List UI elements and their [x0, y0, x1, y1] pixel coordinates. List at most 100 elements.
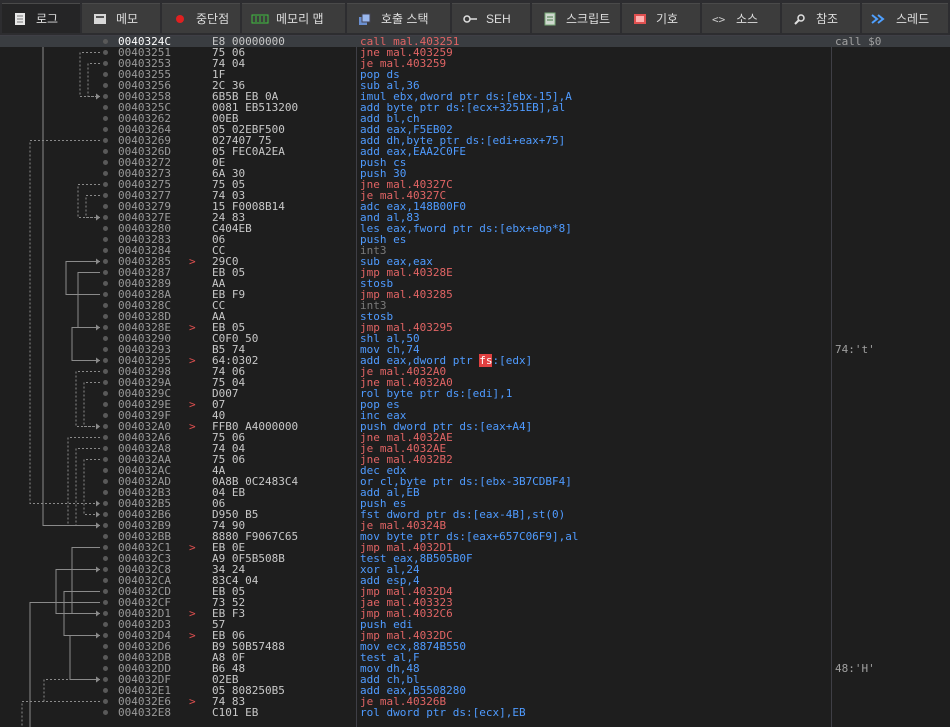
tab-label: 메모리 맵 [276, 12, 324, 26]
disassembly-view[interactable]: 0040324C E8 00000000 call mal.403251 call $… [0, 36, 950, 727]
breakpoint-dot-icon[interactable] [103, 314, 108, 319]
breakpoint-dot-icon[interactable] [103, 94, 108, 99]
jump-target-marker: > [189, 607, 196, 620]
breakpoint-dot-icon[interactable] [103, 501, 108, 506]
breakpoint-dot-icon[interactable] [103, 468, 108, 473]
breakpoint-dot-icon[interactable] [103, 633, 108, 638]
breakpoint-dot-icon[interactable] [103, 226, 108, 231]
breakpoint-dot-icon[interactable] [103, 160, 108, 165]
tab-script[interactable]: 스크립트 [532, 3, 620, 33]
seh-icon [460, 11, 480, 27]
breakpoint-dot-icon[interactable] [103, 325, 108, 330]
breakpoint-dot-icon[interactable] [103, 149, 108, 154]
breakpoint-dot-icon[interactable] [103, 622, 108, 627]
breakpoint-dot-icon[interactable] [103, 523, 108, 528]
symbols-icon [630, 11, 650, 27]
breakpoint-dot-icon[interactable] [103, 105, 108, 110]
breakpoint-dot-icon[interactable] [103, 534, 108, 539]
tab-source[interactable]: <> 소스 [702, 3, 780, 33]
breakpoint-dot-icon[interactable] [103, 303, 108, 308]
breakpoint-dot-icon[interactable] [103, 83, 108, 88]
breakpoint-dot-icon[interactable] [103, 39, 108, 44]
tab-label: SEH [486, 11, 511, 26]
jump-target-marker: > [189, 695, 196, 708]
breakpoint-dot-icon[interactable] [103, 391, 108, 396]
breakpoint-dot-icon[interactable] [103, 446, 108, 451]
breakpoint-dot-icon[interactable] [103, 182, 108, 187]
breakpoint-dot-icon[interactable] [103, 457, 108, 462]
breakpoint-dot-icon[interactable] [103, 479, 108, 484]
instruction-comment: call $0 [835, 36, 882, 48]
instruction-comment: 74:'t' [835, 343, 875, 356]
jump-target-marker: > [189, 255, 196, 268]
breakpoint-dot-icon[interactable] [103, 578, 108, 583]
breakpoint-dot-icon[interactable] [103, 666, 108, 671]
breakpoint-dot-icon[interactable] [103, 710, 108, 715]
source-icon: <> [710, 11, 730, 27]
breakpoint-dot-icon[interactable] [103, 336, 108, 341]
tab-log[interactable]: 로그 [2, 3, 80, 33]
breakpoint-dot-icon[interactable] [103, 644, 108, 649]
instruction-comment: 48:'H' [835, 662, 875, 675]
instruction-row[interactable]: 004032E8 C101 EB rol dword ptr ds:[ecx],EB [0, 707, 950, 718]
breakpoint-icon [170, 11, 190, 27]
breakpoint-dot-icon[interactable] [103, 545, 108, 550]
breakpoint-dot-icon[interactable] [103, 72, 108, 77]
svg-text:<>: <> [712, 13, 726, 26]
tab-references[interactable]: 참조 [782, 3, 860, 33]
breakpoint-dot-icon[interactable] [103, 193, 108, 198]
breakpoint-dot-icon[interactable] [103, 259, 108, 264]
instruction-bytes: C101 EB [212, 706, 259, 719]
breakpoint-dot-icon[interactable] [103, 512, 108, 517]
breakpoint-dot-icon[interactable] [103, 655, 108, 660]
breakpoint-dot-icon[interactable] [103, 611, 108, 616]
breakpoint-dot-icon[interactable] [103, 61, 108, 66]
tab-breakpoint[interactable]: 중단점 [162, 3, 240, 33]
breakpoint-dot-icon[interactable] [103, 50, 108, 55]
breakpoint-dot-icon[interactable] [103, 292, 108, 297]
instruction-text: rol dword ptr ds:[ecx],EB [360, 706, 526, 719]
breakpoint-dot-icon[interactable] [103, 490, 108, 495]
breakpoint-dot-icon[interactable] [103, 116, 108, 121]
breakpoint-dot-icon[interactable] [103, 556, 108, 561]
references-icon [790, 11, 810, 27]
memory-map-icon [250, 11, 270, 27]
tab-memory-map[interactable]: 메모리 맵 [242, 3, 345, 33]
breakpoint-dot-icon[interactable] [103, 424, 108, 429]
breakpoint-dot-icon[interactable] [103, 127, 108, 132]
tab-label: 스크립트 [566, 12, 611, 26]
breakpoint-dot-icon[interactable] [103, 699, 108, 704]
breakpoint-dot-icon[interactable] [103, 677, 108, 682]
tab-threads[interactable]: 스레드 [862, 3, 948, 33]
breakpoint-dot-icon[interactable] [103, 248, 108, 253]
breakpoint-dot-icon[interactable] [103, 688, 108, 693]
jump-target-marker: > [189, 354, 196, 367]
tab-label: 스레드 [896, 12, 930, 26]
breakpoint-dot-icon[interactable] [103, 281, 108, 286]
breakpoint-dot-icon[interactable] [103, 380, 108, 385]
breakpoint-dot-icon[interactable] [103, 369, 108, 374]
instruction-address: 004032E8 [118, 706, 171, 719]
tab-symbols[interactable]: 기호 [622, 3, 700, 33]
tab-label: 소스 [736, 12, 759, 26]
jump-target-marker: > [189, 321, 196, 334]
breakpoint-dot-icon[interactable] [103, 138, 108, 143]
breakpoint-dot-icon[interactable] [103, 171, 108, 176]
tab-seh[interactable]: SEH [452, 3, 530, 33]
breakpoint-dot-icon[interactable] [103, 589, 108, 594]
tab-notes[interactable]: 메모 [82, 3, 160, 33]
script-icon [540, 11, 560, 27]
breakpoint-dot-icon[interactable] [103, 600, 108, 605]
breakpoint-dot-icon[interactable] [103, 358, 108, 363]
breakpoint-dot-icon[interactable] [103, 402, 108, 407]
breakpoint-dot-icon[interactable] [103, 270, 108, 275]
jump-target-marker: > [189, 541, 196, 554]
breakpoint-dot-icon[interactable] [103, 347, 108, 352]
breakpoint-dot-icon[interactable] [103, 237, 108, 242]
breakpoint-dot-icon[interactable] [103, 413, 108, 418]
breakpoint-dot-icon[interactable] [103, 204, 108, 209]
breakpoint-dot-icon[interactable] [103, 215, 108, 220]
breakpoint-dot-icon[interactable] [103, 567, 108, 572]
tab-call-stack[interactable]: 호출 스택 [347, 3, 450, 33]
breakpoint-dot-icon[interactable] [103, 435, 108, 440]
